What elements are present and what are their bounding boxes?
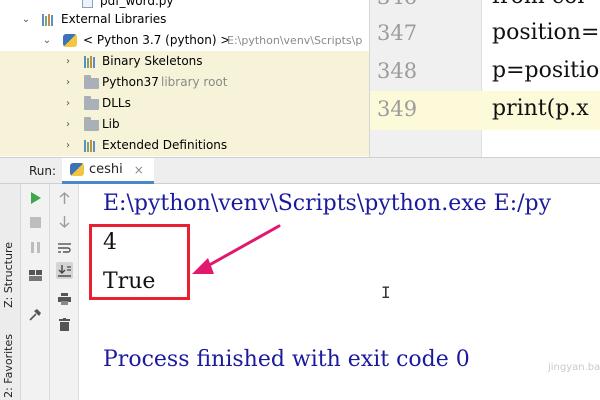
chevron-down-icon[interactable]: ⌄ [20,9,32,30]
tree-item-python-sdk[interactable]: ⌄ < Python 3.7 (python) > E:\python\venv… [0,30,369,51]
library-icon [84,139,98,152]
tree-item-lib[interactable]: › Lib [0,114,369,135]
arrow-up-icon [59,191,70,204]
run-panel-label: Run: [29,164,57,178]
scroll-up-button[interactable] [56,189,73,206]
python-file-icon [82,0,93,8]
soft-wrap-button[interactable] [56,239,73,256]
code-text[interactable]: position= [492,20,599,45]
play-icon [31,191,41,204]
layout-icon [29,270,42,281]
tree-item-label: Binary Skeletons [102,54,203,68]
folder-icon [84,96,99,110]
tree-item-external-libraries[interactable]: ⌄ External Libraries [0,9,369,30]
scroll-to-end-button[interactable] [56,262,73,279]
clear-console-button[interactable] [56,316,73,333]
tree-item-label: External Libraries [61,12,167,26]
tree-item-label: Extended Definitions [102,138,228,152]
code-text[interactable]: print(p.x [492,96,589,121]
run-tab-ceshi[interactable]: ceshi × [62,158,154,184]
tree-item-label: Lib [102,117,120,131]
print-icon [58,292,71,305]
line-number: 347 [377,21,418,45]
scroll-to-end-icon [58,264,71,277]
python-icon [70,163,84,176]
library-icon [84,55,98,68]
chevron-right-icon[interactable]: › [62,114,74,135]
print-button[interactable] [56,290,73,307]
tree-item-binary-skeletons[interactable]: › Binary Skeletons [0,51,369,72]
tree-item-path: E:\python\venv\Scripts\p [227,34,363,47]
scroll-down-button[interactable] [56,213,73,230]
code-text[interactable]: p=positio [492,58,599,83]
side-tool-strip: Z: Structure 2: Favorites [0,184,21,400]
tree-item-dlls[interactable]: › DLLs [0,93,369,114]
console-output[interactable]: E:\python\venv\Scripts\python.exe E:/py … [80,184,600,400]
chevron-right-icon[interactable]: › [62,135,74,156]
project-tree: pdf_word.py ⌄ External Libraries ⌄ < Pyt… [0,0,370,157]
stop-icon [30,217,41,228]
trash-icon [59,318,70,331]
favorites-tab[interactable]: 2: Favorites [2,334,15,398]
soft-wrap-icon [58,242,71,253]
tree-item-label: DLLs [102,96,131,110]
code-line[interactable]: 347 position= [370,15,600,54]
code-line[interactable]: 348 p=positio [370,53,600,92]
pause-button[interactable] [27,239,44,256]
line-number: 346 [370,0,482,9]
chevron-right-icon[interactable]: › [62,93,74,114]
library-icon [42,13,56,26]
tree-item-python37[interactable]: › Python37 library root [0,72,369,93]
code-editor[interactable]: 346 from col 347 position= 348 p=positio… [370,0,600,157]
python-icon [63,34,77,47]
arrow-down-icon [59,215,70,228]
pin-icon [29,309,41,321]
structure-tab[interactable]: Z: Structure [2,242,15,308]
chevron-down-icon[interactable]: ⌄ [41,30,53,51]
chevron-right-icon[interactable]: › [62,72,74,93]
code-text[interactable]: from col [492,0,584,9]
line-number: 348 [377,59,418,83]
pause-icon [30,242,40,253]
annotation-arrow [192,224,281,274]
run-panel-header: Run: ceshi × [0,157,600,184]
stop-button[interactable] [27,214,44,231]
layout-button[interactable] [27,267,44,284]
close-icon[interactable]: × [134,163,144,177]
console-toolbar [50,184,79,400]
code-line-current[interactable]: 349 print(p.x [370,91,600,130]
watermark: jingyan.baidu.com [548,362,600,373]
rerun-button[interactable] [27,189,44,206]
chevron-right-icon[interactable]: › [62,51,74,72]
text-cursor-icon: I [381,283,391,302]
pin-button[interactable] [27,306,44,323]
folder-icon [84,75,99,89]
run-tab-label: ceshi [89,162,123,177]
run-toolbar [21,184,50,400]
tree-item-hint: library root [161,75,228,89]
line-number: 349 [377,97,418,121]
folder-icon [84,117,99,131]
tree-item-extended-definitions[interactable]: › Extended Definitions [0,135,369,156]
tree-item-label: < Python 3.7 (python) > [83,33,231,47]
tree-item-label: Python37 [102,75,159,89]
